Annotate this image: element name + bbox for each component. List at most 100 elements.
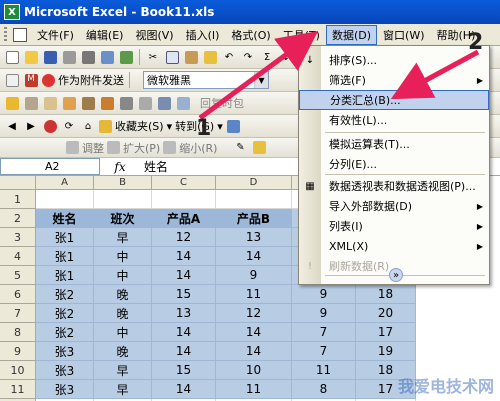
open-icon[interactable] — [23, 49, 39, 65]
row-header-6[interactable]: 6 — [0, 285, 36, 304]
cell-B2[interactable]: 班次 — [94, 209, 152, 228]
cell-A9[interactable]: 张3 — [36, 342, 94, 361]
copy-icon[interactable] — [164, 49, 180, 65]
menu-insert[interactable]: 插入(I) — [180, 25, 226, 45]
name-box[interactable]: A2 — [0, 158, 100, 175]
cell-E9[interactable]: 7 — [292, 342, 356, 361]
refresh-page-icon[interactable]: ⟳ — [61, 118, 77, 134]
cell-C7[interactable]: 13 — [152, 304, 216, 323]
cell-A10[interactable]: 张3 — [36, 361, 94, 380]
data-menu-item-1[interactable]: 筛选(F) ▶ — [299, 70, 489, 90]
send-attachment-button[interactable]: 作为附件发送 — [42, 72, 124, 88]
cell-D9[interactable]: 14 — [216, 342, 292, 361]
cell-B10[interactable]: 早 — [94, 361, 152, 380]
cell-C4[interactable]: 14 — [152, 247, 216, 266]
comment-icon[interactable] — [137, 95, 153, 111]
cell-D5[interactable]: 9 — [216, 266, 292, 285]
stop-icon[interactable] — [42, 118, 58, 134]
cell-C9[interactable]: 14 — [152, 342, 216, 361]
cell-B6[interactable]: 晚 — [94, 285, 152, 304]
cell-A2[interactable]: 姓名 — [36, 209, 94, 228]
column-header-B[interactable]: B — [94, 176, 152, 190]
cell-C8[interactable]: 14 — [152, 323, 216, 342]
cell-A4[interactable]: 张1 — [36, 247, 94, 266]
cell-A5[interactable]: 张1 — [36, 266, 94, 285]
select-all-corner[interactable] — [0, 176, 36, 190]
favorites-menu[interactable]: 收藏夹(S) ▾ — [99, 118, 172, 134]
cell-B9[interactable]: 晚 — [94, 342, 152, 361]
track-icon[interactable] — [156, 95, 172, 111]
cell-D3[interactable]: 13 — [216, 228, 292, 247]
cell-C2[interactable]: 产品A — [152, 209, 216, 228]
cell-B8[interactable]: 中 — [94, 323, 152, 342]
row-header-5[interactable]: 5 — [0, 266, 36, 285]
chevron-down-icon[interactable]: ▼ — [254, 72, 268, 88]
data-menu-item-6[interactable]: ▦ 数据透视表和数据透视图(P)... — [299, 176, 489, 196]
cell-B4[interactable]: 中 — [94, 247, 152, 266]
menu-tools[interactable]: 工具(T) — [277, 25, 326, 45]
row-header-11[interactable]: 11 — [0, 380, 36, 399]
data-menu-item-5[interactable]: 分列(E)... — [299, 154, 489, 174]
preview-icon[interactable] — [99, 49, 115, 65]
column-header-C[interactable]: C — [152, 176, 216, 190]
cell-D7[interactable]: 12 — [216, 304, 292, 323]
row-header-3[interactable]: 3 — [0, 228, 36, 247]
cell-A1[interactable] — [36, 190, 94, 209]
shrink-button[interactable]: 缩小(R) — [163, 140, 217, 156]
cell-A11[interactable]: 张3 — [36, 380, 94, 399]
sort-ascending-icon[interactable]: ↕ — [278, 49, 294, 65]
copy-small-icon[interactable] — [23, 95, 39, 111]
cell-E11[interactable]: 8 — [292, 380, 356, 399]
data-menu-item-0[interactable]: ↓ 排序(S)... — [299, 50, 489, 70]
paste-icon[interactable] — [183, 49, 199, 65]
column-header-A[interactable]: A — [36, 176, 94, 190]
cell-E7[interactable]: 9 — [292, 304, 356, 323]
cell-E6[interactable]: 9 — [292, 285, 356, 304]
print-icon[interactable] — [80, 49, 96, 65]
menu-view[interactable]: 视图(V) — [129, 25, 179, 45]
permission-icon[interactable] — [61, 49, 77, 65]
cell-B5[interactable]: 中 — [94, 266, 152, 285]
folder-icon[interactable] — [4, 95, 20, 111]
font-name-combo[interactable]: 微软雅黑 ▼ — [143, 71, 269, 89]
edit-icon[interactable] — [118, 95, 134, 111]
column-header-D[interactable]: D — [216, 176, 292, 190]
pencil-icon[interactable]: ✎ — [232, 140, 248, 156]
cell-C5[interactable]: 14 — [152, 266, 216, 285]
reply-with-changes-button[interactable]: 回复时包 — [200, 95, 244, 111]
review-icon[interactable] — [175, 95, 191, 111]
row-header-9[interactable]: 9 — [0, 342, 36, 361]
cut-icon[interactable]: ✂ — [145, 49, 161, 65]
cell-F6[interactable]: 18 — [356, 285, 416, 304]
cell-A6[interactable]: 张2 — [36, 285, 94, 304]
cell-E8[interactable]: 7 — [292, 323, 356, 342]
cell-F9[interactable]: 19 — [356, 342, 416, 361]
cell-D11[interactable]: 11 — [216, 380, 292, 399]
cell-F8[interactable]: 17 — [356, 323, 416, 342]
expand-menu-icon[interactable]: » — [389, 268, 403, 282]
cell-D4[interactable]: 14 — [216, 247, 292, 266]
new-icon[interactable] — [4, 49, 20, 65]
menu-data[interactable]: 数据(D) — [325, 24, 378, 45]
redo-icon[interactable]: ↷ — [240, 49, 256, 65]
cell-D2[interactable]: 产品B — [216, 209, 292, 228]
cell-D10[interactable]: 10 — [216, 361, 292, 380]
cell-C11[interactable]: 14 — [152, 380, 216, 399]
cell-C3[interactable]: 12 — [152, 228, 216, 247]
office-icon[interactable]: M — [23, 72, 39, 88]
cell-B7[interactable]: 晚 — [94, 304, 152, 323]
cell-B3[interactable]: 早 — [94, 228, 152, 247]
data-menu-item-7[interactable]: 导入外部数据(D) ▶ — [299, 196, 489, 216]
expand-button[interactable]: 扩大(P) — [107, 140, 160, 156]
save-icon[interactable] — [42, 49, 58, 65]
toolbar-grip[interactable] — [4, 26, 7, 43]
row-header-4[interactable]: 4 — [0, 247, 36, 266]
forward-icon[interactable]: ▶ — [23, 118, 39, 134]
spelling-icon[interactable] — [118, 49, 134, 65]
menu-file[interactable]: 文件(F) — [31, 25, 80, 45]
data-menu-item-8[interactable]: 列表(I) ▶ — [299, 216, 489, 236]
home-icon[interactable]: ⌂ — [80, 118, 96, 134]
address-icon[interactable] — [226, 118, 242, 134]
cell-A3[interactable]: 张1 — [36, 228, 94, 247]
row-header-7[interactable]: 7 — [0, 304, 36, 323]
